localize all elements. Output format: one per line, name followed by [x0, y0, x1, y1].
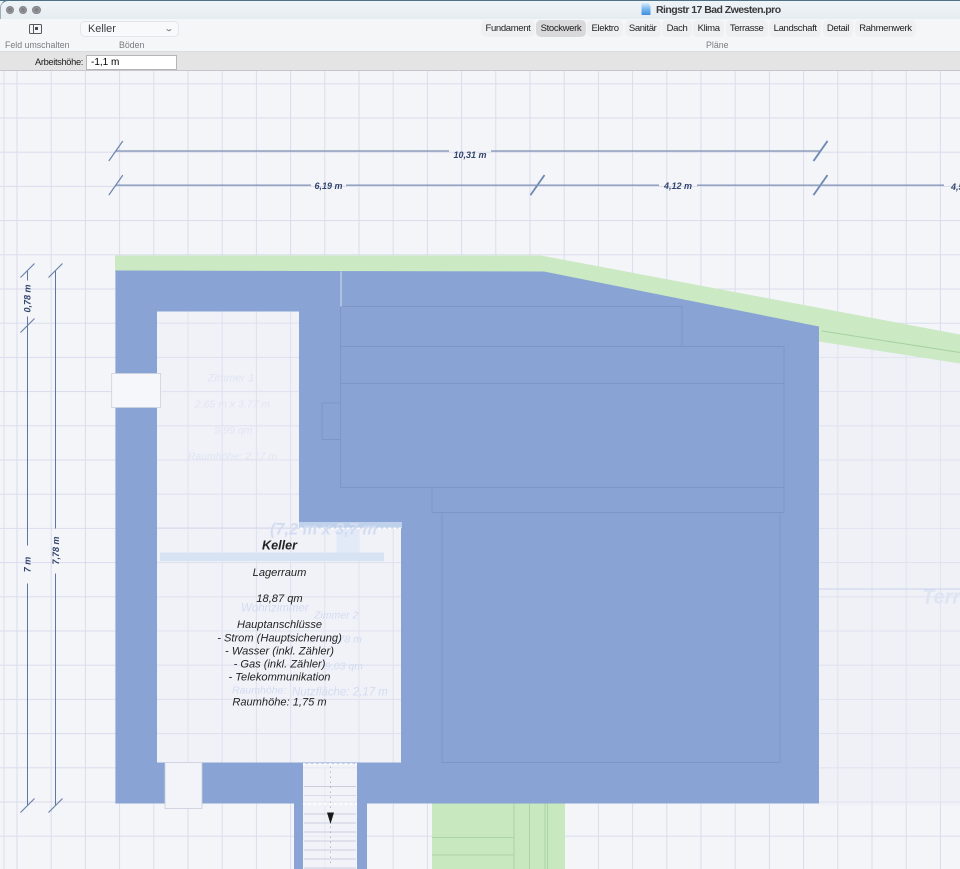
svg-text:- Wasser (inkl. Zähler): - Wasser (inkl. Zähler): [225, 645, 334, 657]
svg-text:9,99 qm: 9,99 qm: [215, 424, 253, 436]
svg-text:7,78 m: 7,78 m: [51, 536, 61, 564]
svg-text:- Gas (inkl. Zähler): - Gas (inkl. Zähler): [234, 658, 326, 670]
svg-text:Lagerraum: Lagerraum: [253, 567, 307, 579]
svg-text:Hauptanschlüsse: Hauptanschlüsse: [237, 619, 322, 631]
svg-text:10,31 m: 10,31 m: [453, 150, 486, 160]
svg-text:9,03 qm: 9,03 qm: [325, 660, 363, 672]
svg-text:Raumhöhe:: Raumhöhe:: [232, 684, 286, 696]
svg-text:4,12 m: 4,12 m: [663, 181, 692, 191]
svg-text:4,55 m: 4,55 m: [950, 182, 960, 192]
svg-text:Terrasse: Terrasse: [922, 586, 960, 608]
svg-text:- Telekommunikation: - Telekommunikation: [229, 671, 331, 683]
svg-text:- Strom (Hauptsicherung): - Strom (Hauptsicherung): [217, 632, 342, 644]
svg-text:0,78 m: 0,78 m: [23, 284, 33, 312]
svg-text:Zimmer 1: Zimmer 1: [207, 372, 254, 384]
svg-text:Raumhöhe: 1,75 m: Raumhöhe: 1,75 m: [232, 696, 326, 708]
svg-text:Keller: Keller: [262, 538, 298, 552]
svg-text:6,19 m: 6,19 m: [314, 181, 342, 191]
svg-text:(7,2 m x 3,7 m: (7,2 m x 3,7 m: [270, 520, 377, 538]
svg-text:2,65 m x 3,77 m: 2,65 m x 3,77 m: [194, 398, 271, 410]
svg-text:Raumhöhe: 2,17 m: Raumhöhe: 2,17 m: [188, 450, 278, 462]
svg-text:7 m: 7 m: [23, 556, 33, 572]
svg-text:18,87 qm: 18,87 qm: [256, 593, 302, 605]
